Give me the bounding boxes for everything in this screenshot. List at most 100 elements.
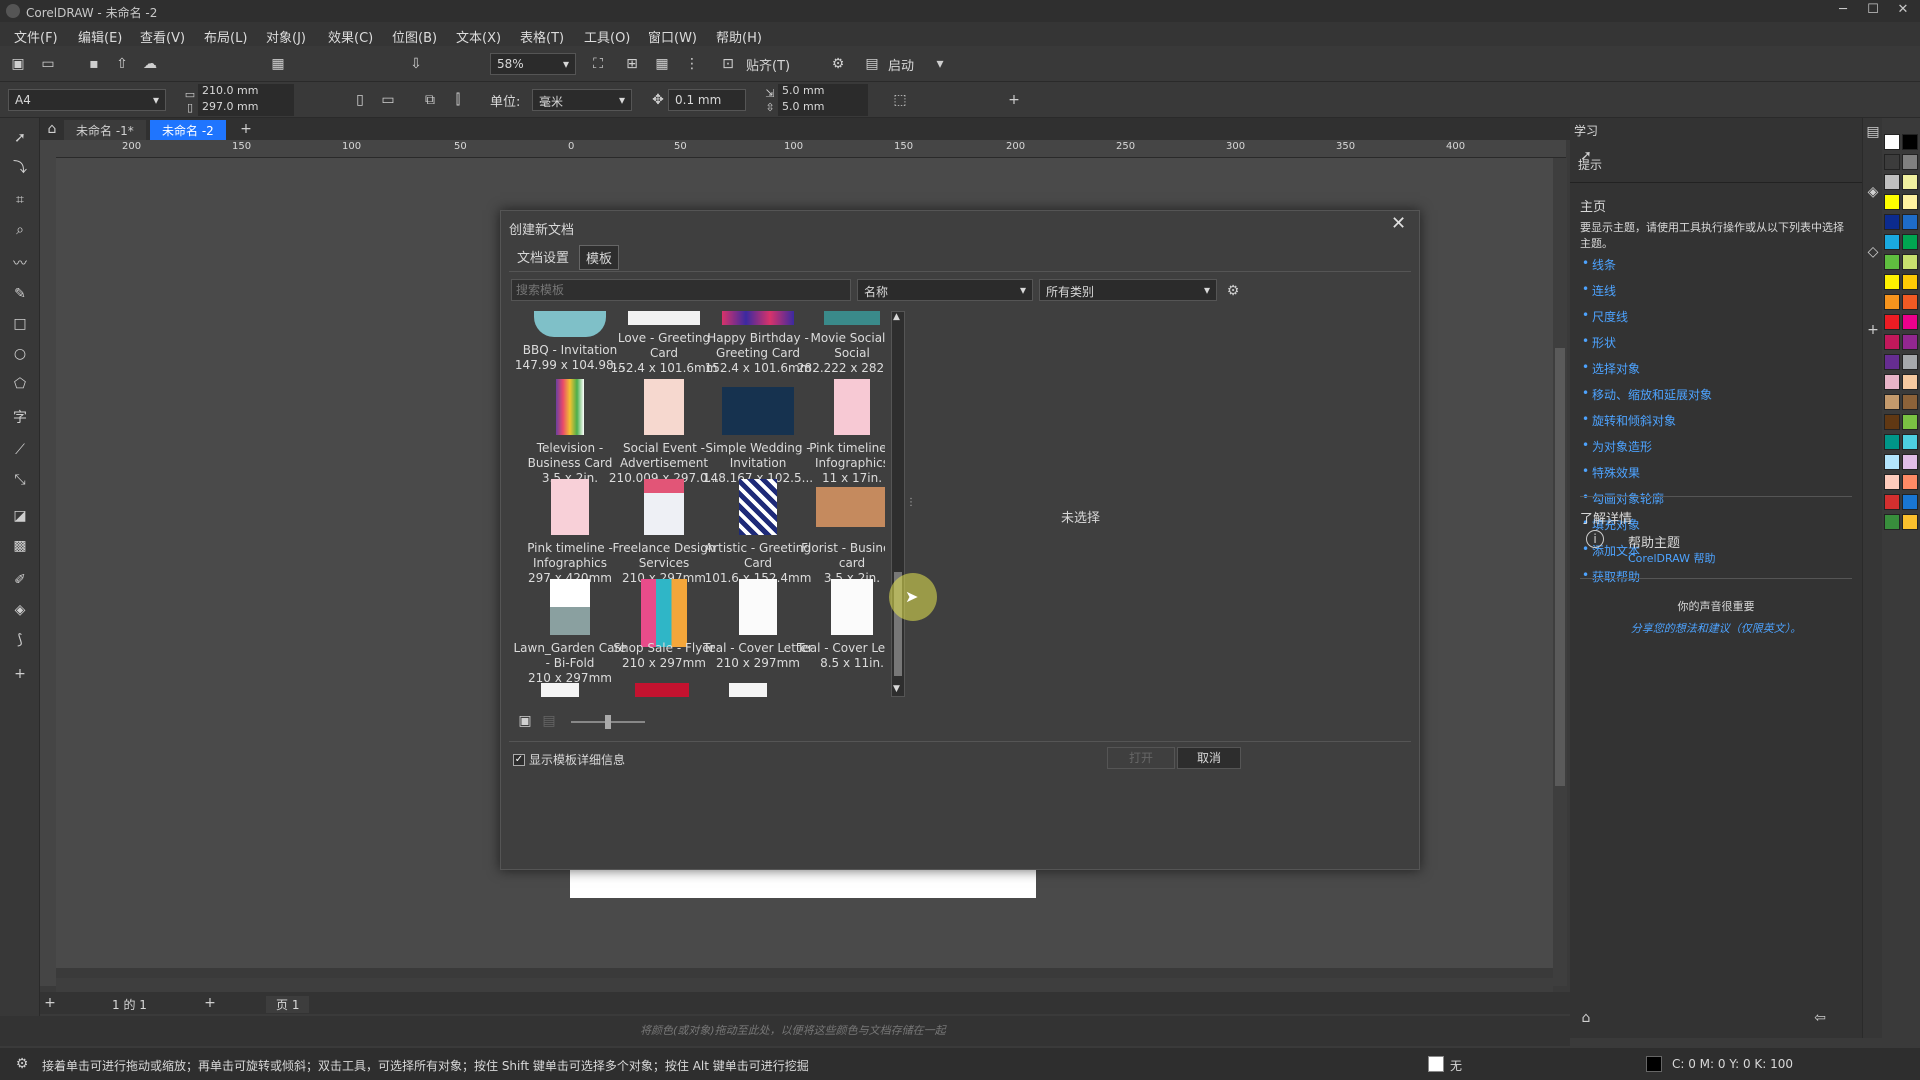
palette-swatch[interactable] — [1884, 174, 1900, 190]
palette-swatch[interactable] — [1884, 514, 1900, 530]
list-view-icon[interactable]: ▤ — [539, 711, 559, 731]
palette-swatch[interactable] — [1902, 454, 1918, 470]
connector-tool-icon[interactable]: ⤡ — [10, 470, 30, 490]
tab-templates[interactable]: 模板 — [579, 245, 620, 270]
add-page-icon[interactable]: + — [40, 993, 60, 1013]
options-gear-icon[interactable]: ⚙ — [828, 54, 848, 74]
artistic-media-icon[interactable]: ✎ — [10, 284, 30, 304]
template-search-input[interactable] — [511, 279, 851, 301]
palette-swatch[interactable] — [1884, 394, 1900, 410]
palette-swatch[interactable] — [1884, 294, 1900, 310]
snap-to-button[interactable]: 贴齐(T) — [746, 55, 790, 74]
feedback-link[interactable]: 分享您的想法和建议（仅限英文）。 — [1570, 620, 1862, 636]
drop-shadow-icon[interactable]: ◪ — [10, 506, 30, 526]
duplicate-x-field[interactable]: 5.0 mm — [778, 84, 868, 100]
add-tool-icon[interactable]: + — [10, 664, 30, 684]
palette-swatch[interactable] — [1902, 274, 1918, 290]
thumbnail-size-slider[interactable] — [571, 715, 645, 729]
all-pages-icon[interactable]: ⧉ — [420, 90, 440, 110]
full-screen-icon[interactable]: ⛶ — [588, 54, 608, 74]
docker-tab-objects-icon[interactable]: ◇ — [1863, 242, 1883, 262]
topic-link[interactable]: 形状 — [1582, 334, 1850, 351]
menu-file[interactable]: 文件(F) — [14, 27, 58, 46]
guidelines-icon[interactable]: ⋮ — [682, 54, 702, 74]
page-frame-icon[interactable]: ⬚ — [890, 90, 910, 110]
cloud-icon[interactable]: ☁ — [140, 54, 160, 74]
units-select[interactable]: 毫米 ▾ — [532, 89, 632, 111]
launch-button[interactable]: 启动 — [888, 55, 914, 74]
topic-link[interactable]: 获取帮助 — [1582, 568, 1850, 585]
filter-gear-icon[interactable]: ⚙ — [1223, 281, 1243, 301]
nudge-distance-field[interactable]: 0.1 mm — [668, 89, 746, 111]
palette-swatch[interactable] — [1884, 354, 1900, 370]
text-tool-icon[interactable]: 字 — [10, 408, 30, 428]
tab-document-2[interactable]: 未命名 -2 — [150, 120, 226, 140]
tab-document-1[interactable]: 未命名 -1* — [64, 120, 146, 140]
cancel-button[interactable]: 取消 — [1177, 747, 1241, 769]
menu-help[interactable]: 帮助(H) — [716, 27, 762, 46]
docker-tab-learn-icon[interactable]: ▤ — [1863, 122, 1883, 142]
minimize-button[interactable]: ─ — [1830, 2, 1856, 20]
palette-swatch[interactable] — [1902, 294, 1918, 310]
menu-table[interactable]: 表格(T) — [520, 27, 564, 46]
palette-swatch[interactable] — [1884, 434, 1900, 450]
import-icon[interactable]: ⇩ — [406, 54, 426, 74]
tab-document-settings[interactable]: 文档设置 — [513, 245, 573, 268]
docker-tab-add-icon[interactable]: + — [1863, 320, 1883, 340]
palette-swatch[interactable] — [1884, 334, 1900, 350]
pick-tool-icon[interactable]: ➚ — [10, 128, 30, 148]
palette-swatch[interactable] — [1902, 174, 1918, 190]
menu-bitmaps[interactable]: 位图(B) — [392, 27, 437, 46]
page-size-select[interactable]: A4 ▾ — [8, 89, 166, 111]
new-document-icon[interactable]: ▣ — [8, 54, 28, 74]
crop-tool-icon[interactable]: ⌗ — [10, 190, 30, 210]
menu-effects[interactable]: 效果(C) — [328, 27, 373, 46]
page-height-field[interactable]: 297.0 mm — [198, 100, 294, 116]
slider-handle[interactable] — [605, 715, 611, 729]
snap-icon[interactable]: ⊡ — [718, 54, 738, 74]
palette-swatch[interactable] — [1902, 214, 1918, 230]
topic-link[interactable]: 勾画对象轮廓 — [1582, 490, 1850, 507]
zoom-level-select[interactable]: 58% ▾ — [490, 53, 576, 75]
topic-link[interactable]: 连线 — [1582, 282, 1850, 299]
topic-link[interactable]: 线条 — [1582, 256, 1850, 273]
palette-swatch[interactable] — [1884, 274, 1900, 290]
palette-swatch[interactable] — [1884, 474, 1900, 490]
scroll-down-icon[interactable]: ▼ — [893, 684, 900, 694]
menu-text[interactable]: 文本(X) — [456, 27, 501, 46]
scroll-thumb[interactable] — [1555, 348, 1565, 786]
palette-swatch[interactable] — [1902, 394, 1918, 410]
menu-view[interactable]: 查看(V) — [140, 27, 185, 46]
open-button[interactable]: 打开 — [1107, 747, 1175, 769]
maximize-button[interactable]: ☐ — [1860, 2, 1886, 20]
palette-swatch[interactable] — [1884, 374, 1900, 390]
page-width-field[interactable]: 210.0 mm — [198, 84, 294, 100]
eyedropper-icon[interactable]: ✐ — [10, 570, 30, 590]
new-tab-icon[interactable]: + — [236, 119, 256, 139]
palette-swatch[interactable] — [1884, 254, 1900, 270]
category-select[interactable]: 所有类别 ▾ — [1039, 279, 1217, 301]
palette-swatch[interactable] — [1902, 254, 1918, 270]
chevron-down-icon[interactable]: ▾ — [930, 54, 950, 74]
template-card[interactable]: Teal - Cover Letter 8.5 x 11in. — [795, 579, 885, 671]
smart-fill-icon[interactable]: ⟆ — [10, 630, 30, 650]
scroll-up-icon[interactable]: ▲ — [893, 312, 900, 322]
dimension-tool-icon[interactable]: ⟋ — [10, 440, 30, 460]
close-window-button[interactable]: ✕ — [1890, 2, 1916, 20]
palette-swatch[interactable] — [1884, 234, 1900, 250]
landscape-icon[interactable]: ▭ — [378, 90, 398, 110]
palette-swatch[interactable] — [1902, 354, 1918, 370]
template-card[interactable]: Pink timeline - Infographics 11 x 17in. — [795, 379, 885, 486]
home-icon[interactable]: ⌂ — [42, 119, 62, 139]
close-icon[interactable]: ✕ — [1391, 213, 1406, 234]
palette-swatch[interactable] — [1902, 334, 1918, 350]
current-page-icon[interactable]: ⫿ — [448, 90, 468, 110]
fill-tool-icon[interactable]: ◈ — [10, 600, 30, 620]
shape-tool-icon[interactable]: ⤵ — [10, 158, 30, 178]
topic-link[interactable]: 选择对象 — [1582, 360, 1850, 377]
topic-link[interactable]: 移动、缩放和延展对象 — [1582, 386, 1850, 403]
upload-icon[interactable]: ⇧ — [112, 54, 132, 74]
thumbnail-view-icon[interactable]: ▣ — [515, 711, 535, 731]
grid-icon[interactable]: ▦ — [652, 54, 672, 74]
palette-swatch[interactable] — [1902, 414, 1918, 430]
